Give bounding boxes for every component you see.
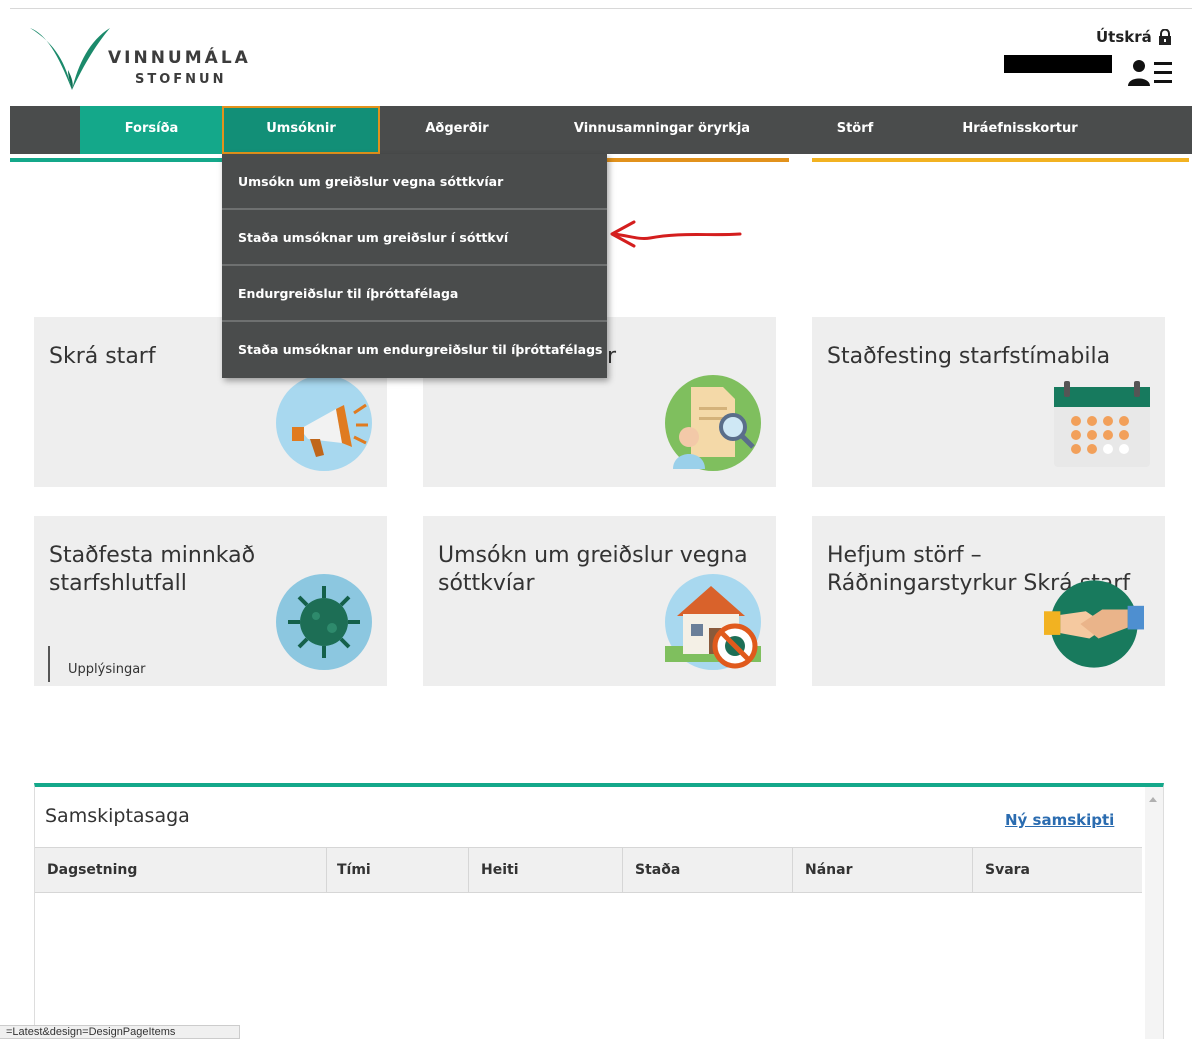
- nav-item-adgerdir[interactable]: Aðgerðir: [382, 106, 532, 154]
- tile-stadfesting-starfstimabila[interactable]: Staðfesting starfstímabila: [812, 317, 1165, 487]
- nav-underline-green: [10, 158, 222, 162]
- column-header-nanar[interactable]: Nánar: [793, 848, 973, 892]
- column-header-timi[interactable]: Tími: [325, 848, 469, 892]
- tile-hefjum-storf[interactable]: Hefjum störf – Ráðningarstyrkur Skrá sta…: [812, 516, 1165, 686]
- logo-text-line1: VINNUMÁLA: [108, 48, 251, 68]
- column-header-dagsetning[interactable]: Dagsetning: [35, 848, 327, 892]
- megaphone-icon: [276, 375, 372, 471]
- tile-stadfesta-minnkad-starfshlutfall[interactable]: Staðfesta minnkað starfshlutfall Upplýsi…: [34, 516, 387, 686]
- nav-item-forsida[interactable]: Forsíða: [80, 106, 223, 154]
- virus-icon: [276, 574, 372, 670]
- nav-underline-orange: [607, 158, 789, 162]
- tile-title: r: [607, 344, 617, 369]
- handshake-icon: [1044, 580, 1144, 668]
- new-communication-link[interactable]: Ný samskipti: [1005, 811, 1114, 829]
- tile-title: Skrá starf: [49, 344, 156, 369]
- tile-title: Staðfesting starfstímabila: [827, 344, 1111, 369]
- nav-item-vinnusamningar[interactable]: Vinnusamningar öryrkja: [562, 106, 762, 154]
- column-header-stada[interactable]: Staða: [623, 848, 793, 892]
- table-header: Dagsetning Tími Heiti Staða Nánar Svara: [35, 847, 1142, 893]
- panel-scrollbar[interactable]: [1145, 787, 1163, 1039]
- panel-title: Samskiptasaga: [45, 805, 190, 827]
- lock-icon[interactable]: [1158, 29, 1172, 45]
- red-arrow-annotation: [610, 220, 742, 248]
- nav-item-hraefnisskortur[interactable]: Hráefnisskortur: [940, 106, 1100, 154]
- top-border: [10, 8, 1192, 9]
- nav-item-umsoknir[interactable]: Umsóknir: [222, 106, 380, 154]
- browser-status-bar: =Latest&design=DesignPageItems: [0, 1025, 240, 1039]
- tile-umsokn-greidslur-sottkviar[interactable]: Umsókn um greiðslur vegna sóttkvíar: [423, 516, 776, 686]
- nav-underline-yellow: [812, 158, 1189, 162]
- umsoknir-dropdown-menu: Umsókn um greiðslur vegna sóttkvíar Stað…: [222, 154, 607, 378]
- upplysingar-link[interactable]: Upplýsingar: [48, 646, 146, 682]
- username-redacted: [1004, 55, 1112, 73]
- dropdown-item-stada-sottkvi[interactable]: Staða umsóknar um greiðslur í sóttkví: [222, 210, 607, 266]
- dropdown-item-endurgreidslur[interactable]: Endurgreiðslur til íþróttafélaga: [222, 266, 607, 322]
- calendar-icon: [1054, 381, 1150, 467]
- logout-link[interactable]: Útskrá: [1096, 28, 1152, 46]
- dropdown-item-stada-endurgreidslur[interactable]: Staða umsóknar um endurgreiðslur til íþr…: [222, 322, 607, 378]
- column-header-svara[interactable]: Svara: [973, 848, 1142, 892]
- scroll-up-arrow-icon[interactable]: [1149, 797, 1157, 802]
- document-search-icon: [665, 375, 761, 471]
- house-virus-icon: [665, 574, 761, 670]
- dropdown-item-umsokn-sottkvi[interactable]: Umsókn um greiðslur vegna sóttkvíar: [222, 154, 607, 210]
- nav-item-storf[interactable]: Störf: [800, 106, 910, 154]
- user-menu-icon[interactable]: [1126, 58, 1174, 88]
- samskiptasaga-panel: Samskiptasaga Ný samskipti Dagsetning Tí…: [34, 783, 1164, 1039]
- logo-text-line2: STOFNUN: [135, 72, 227, 87]
- column-header-heiti[interactable]: Heiti: [469, 848, 623, 892]
- main-nav: Forsíða Umsóknir Aðgerðir Vinnusamningar…: [10, 106, 1192, 154]
